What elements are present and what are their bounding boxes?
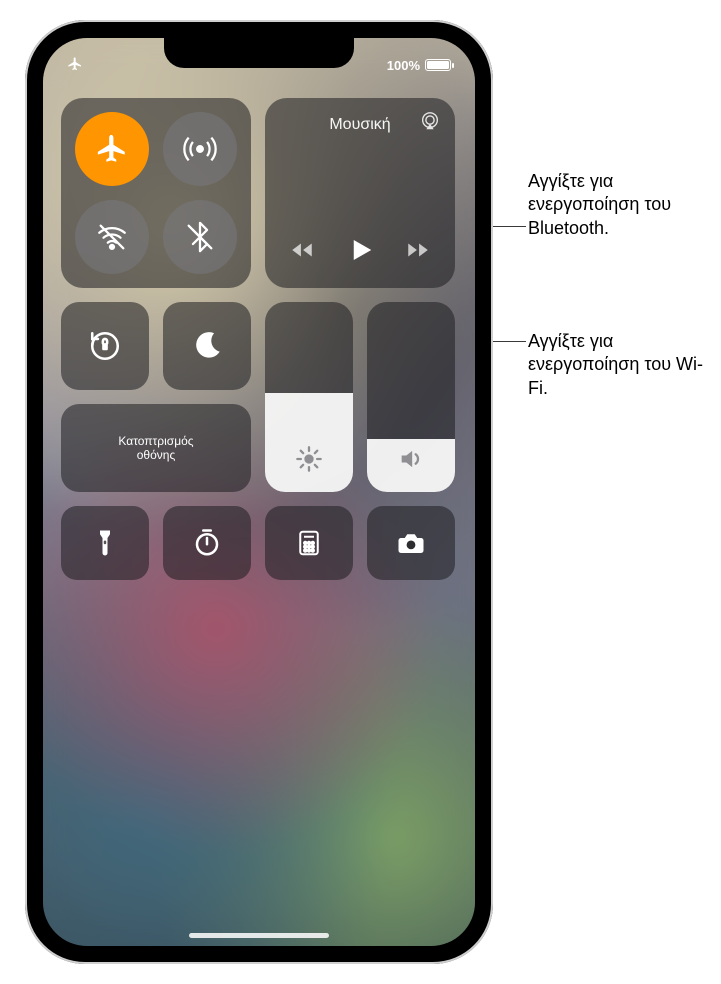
screen-mirroring-label-line1: Κατοπτρισμός <box>118 434 193 448</box>
music-platter[interactable]: Μουσική <box>265 98 455 288</box>
brightness-slider[interactable] <box>265 302 353 492</box>
airplay-icon[interactable] <box>419 110 441 132</box>
home-indicator[interactable] <box>189 933 329 938</box>
wifi-toggle[interactable] <box>75 200 149 274</box>
calculator-button[interactable] <box>265 506 353 580</box>
phone-frame: 100% <box>25 20 493 964</box>
previous-track-button[interactable] <box>287 237 317 268</box>
callout-wifi: Αγγίξτε για ενεργοποίηση του Wi-Fi. <box>528 330 721 400</box>
music-title: Μουσική <box>329 116 390 134</box>
callout-bluetooth: Αγγίξτε για ενεργοποίηση του Bluetooth. <box>528 170 721 240</box>
camera-button[interactable] <box>367 506 455 580</box>
phone-screen: 100% <box>43 38 475 946</box>
screen-mirroring-button[interactable]: Κατοπτρισμός οθόνης <box>61 404 251 492</box>
play-button[interactable] <box>345 235 375 270</box>
screen-mirroring-label-line2: οθόνης <box>137 448 175 462</box>
connectivity-platter[interactable] <box>61 98 251 288</box>
orientation-lock-toggle[interactable] <box>61 302 149 390</box>
next-track-button[interactable] <box>403 237 433 268</box>
battery-icon <box>425 59 451 71</box>
bluetooth-toggle[interactable] <box>163 200 237 274</box>
battery-percentage: 100% <box>387 58 420 73</box>
airplane-mode-toggle[interactable] <box>75 112 149 186</box>
status-airplane-icon <box>67 56 83 75</box>
status-bar: 100% <box>43 52 475 78</box>
volume-icon <box>397 445 425 478</box>
brightness-icon <box>295 445 323 478</box>
volume-slider[interactable] <box>367 302 455 492</box>
do-not-disturb-toggle[interactable] <box>163 302 251 390</box>
flashlight-button[interactable] <box>61 506 149 580</box>
cellular-data-toggle[interactable] <box>163 112 237 186</box>
timer-button[interactable] <box>163 506 251 580</box>
